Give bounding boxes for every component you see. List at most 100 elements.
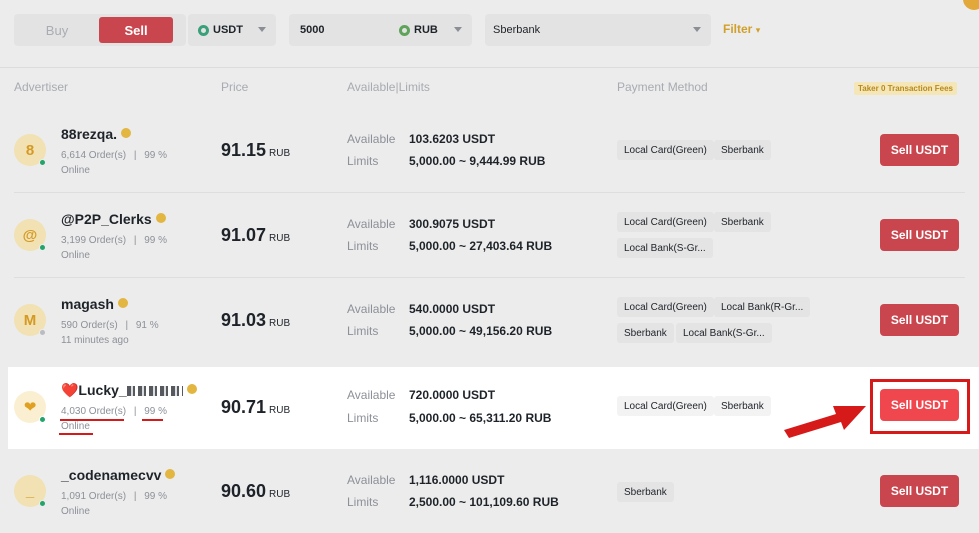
avatar[interactable]: ❤ xyxy=(14,391,46,423)
annotation-underline-orders xyxy=(60,419,124,421)
price-value: 91.15 xyxy=(221,140,267,160)
order-count: 3,199 Order(s) xyxy=(61,235,127,246)
advertiser-name[interactable]: _codenamecvv xyxy=(61,467,176,483)
limits-label: Limits xyxy=(347,154,379,168)
stats-separator: | xyxy=(125,320,129,331)
sell-tab[interactable]: Sell xyxy=(99,17,173,43)
col-available-limits: Available|Limits xyxy=(347,80,430,94)
price: 90.71 RUB xyxy=(221,397,290,418)
chevron-down-icon xyxy=(454,27,462,32)
avatar[interactable]: @ xyxy=(14,219,46,251)
sell-usdt-button[interactable]: Sell USDT xyxy=(880,219,959,251)
completion-rate: 99 % xyxy=(144,235,167,246)
limits-value: 2,500.00 ~ 101,109.60 RUB xyxy=(409,495,559,509)
avatar[interactable]: _ xyxy=(14,475,46,507)
limits-value: 5,000.00 ~ 49,156.20 RUB xyxy=(409,324,553,338)
payment-tag: Local Bank(R-Gr... xyxy=(714,297,811,317)
verified-badge-icon xyxy=(165,469,176,479)
limits-label: Limits xyxy=(347,411,379,425)
col-payment-method: Payment Method xyxy=(617,80,708,94)
filter-button[interactable]: Filter ▾ xyxy=(723,22,760,36)
fiat-select[interactable]: RUB xyxy=(399,24,438,36)
avatar-initial: 8 xyxy=(25,141,35,159)
payment-tag: Sberbank xyxy=(714,212,771,232)
chevron-down-icon xyxy=(693,27,701,32)
price-currency: RUB xyxy=(269,405,291,416)
available-value: 720.0000 USDT xyxy=(409,388,496,402)
available-label: Available xyxy=(347,388,396,402)
available-label: Available xyxy=(347,473,396,487)
verified-badge-icon xyxy=(117,298,128,308)
price-value: 91.03 xyxy=(221,310,267,330)
offline-indicator xyxy=(39,329,46,336)
order-count: 6,614 Order(s) xyxy=(61,150,127,161)
available-value: 103.6203 USDT xyxy=(409,132,496,146)
price-currency: RUB xyxy=(269,148,291,159)
payment-tag: Local Card(Green) xyxy=(617,297,714,317)
avatar[interactable]: 8 xyxy=(14,134,46,166)
online-status: Online xyxy=(61,506,90,517)
annotation-underline-online xyxy=(59,433,93,435)
online-indicator xyxy=(39,159,46,166)
sell-usdt-button[interactable]: Sell USDT xyxy=(880,134,959,166)
sell-usdt-button[interactable]: Sell USDT xyxy=(880,304,959,336)
asset-select[interactable]: USDT xyxy=(188,14,276,46)
advertiser-name-text: @P2P_Clerks xyxy=(61,211,152,227)
limits-value: 5,000.00 ~ 9,444.99 RUB xyxy=(409,154,546,168)
filter-bar: Buy Sell xyxy=(14,14,186,46)
online-status: Online xyxy=(61,421,90,432)
redacted-name xyxy=(126,386,183,396)
sell-usdt-button[interactable]: Sell USDT xyxy=(880,475,959,507)
price-currency: RUB xyxy=(269,489,291,500)
advertiser-name[interactable]: magash xyxy=(61,296,128,312)
avatar[interactable]: M xyxy=(14,304,46,336)
price-currency: RUB xyxy=(269,233,291,244)
advertiser-stats: 1,091 Order(s) | 99 % xyxy=(61,491,167,502)
price: 91.07 RUB xyxy=(221,225,290,246)
completion-rate: 99 % xyxy=(144,406,167,417)
divider xyxy=(0,67,979,68)
price-value: 91.07 xyxy=(221,225,267,245)
price-currency: RUB xyxy=(269,318,291,329)
completion-rate: 99 % xyxy=(144,491,167,502)
advertiser-stats: 590 Order(s) | 91 % xyxy=(61,320,159,331)
advertiser-name-text: 88rezqa. xyxy=(61,126,118,142)
available-label: Available xyxy=(347,217,396,231)
last-seen: 11 minutes ago xyxy=(61,335,129,346)
buy-tab[interactable]: Buy xyxy=(17,17,97,43)
taker-fee-badge: Taker 0 Transaction Fees xyxy=(853,82,957,95)
available-value: 540.0000 USDT xyxy=(409,302,496,316)
amount-input[interactable]: 5000 RUB xyxy=(289,14,472,46)
verified-badge-icon xyxy=(121,128,132,138)
rub-coin-icon xyxy=(399,24,410,36)
stats-separator: | xyxy=(133,150,137,161)
payment-tag: Local Bank(S-Gr... xyxy=(617,238,713,258)
price-value: 90.71 xyxy=(221,397,267,417)
asset-value: USDT xyxy=(213,24,243,36)
online-indicator xyxy=(39,416,46,423)
verified-badge-icon xyxy=(155,213,166,223)
corner-badge xyxy=(963,0,979,10)
col-price: Price xyxy=(221,80,249,94)
completion-rate: 99 % xyxy=(144,150,167,161)
avatar-initial: _ xyxy=(25,482,35,500)
avatar-initial: M xyxy=(23,311,37,329)
usdt-coin-icon xyxy=(198,24,209,36)
avatar-initial: @ xyxy=(22,226,38,244)
order-count: 590 Order(s) xyxy=(61,320,118,331)
payment-select[interactable]: Sberbank xyxy=(485,14,711,46)
advertiser-name[interactable]: 88rezqa. xyxy=(61,126,132,142)
available-value: 300.9075 USDT xyxy=(409,217,496,231)
price: 91.15 RUB xyxy=(221,140,290,161)
verified-badge-icon xyxy=(186,384,197,394)
payment-tag: Local Card(Green) xyxy=(617,140,714,160)
online-indicator xyxy=(39,500,46,507)
order-count: 1,091 Order(s) xyxy=(61,491,127,502)
annotation-arrow-icon xyxy=(784,406,866,438)
table-row: M magash 590 Order(s) | 91 % 11 minutes … xyxy=(0,278,979,363)
payment-tag: Sberbank xyxy=(714,396,771,416)
advertiser-name[interactable]: ❤️Lucky_ xyxy=(61,382,197,399)
filter-label: Filter xyxy=(723,22,753,36)
advertiser-name[interactable]: @P2P_Clerks xyxy=(61,211,166,227)
fiat-value: RUB xyxy=(414,24,438,36)
